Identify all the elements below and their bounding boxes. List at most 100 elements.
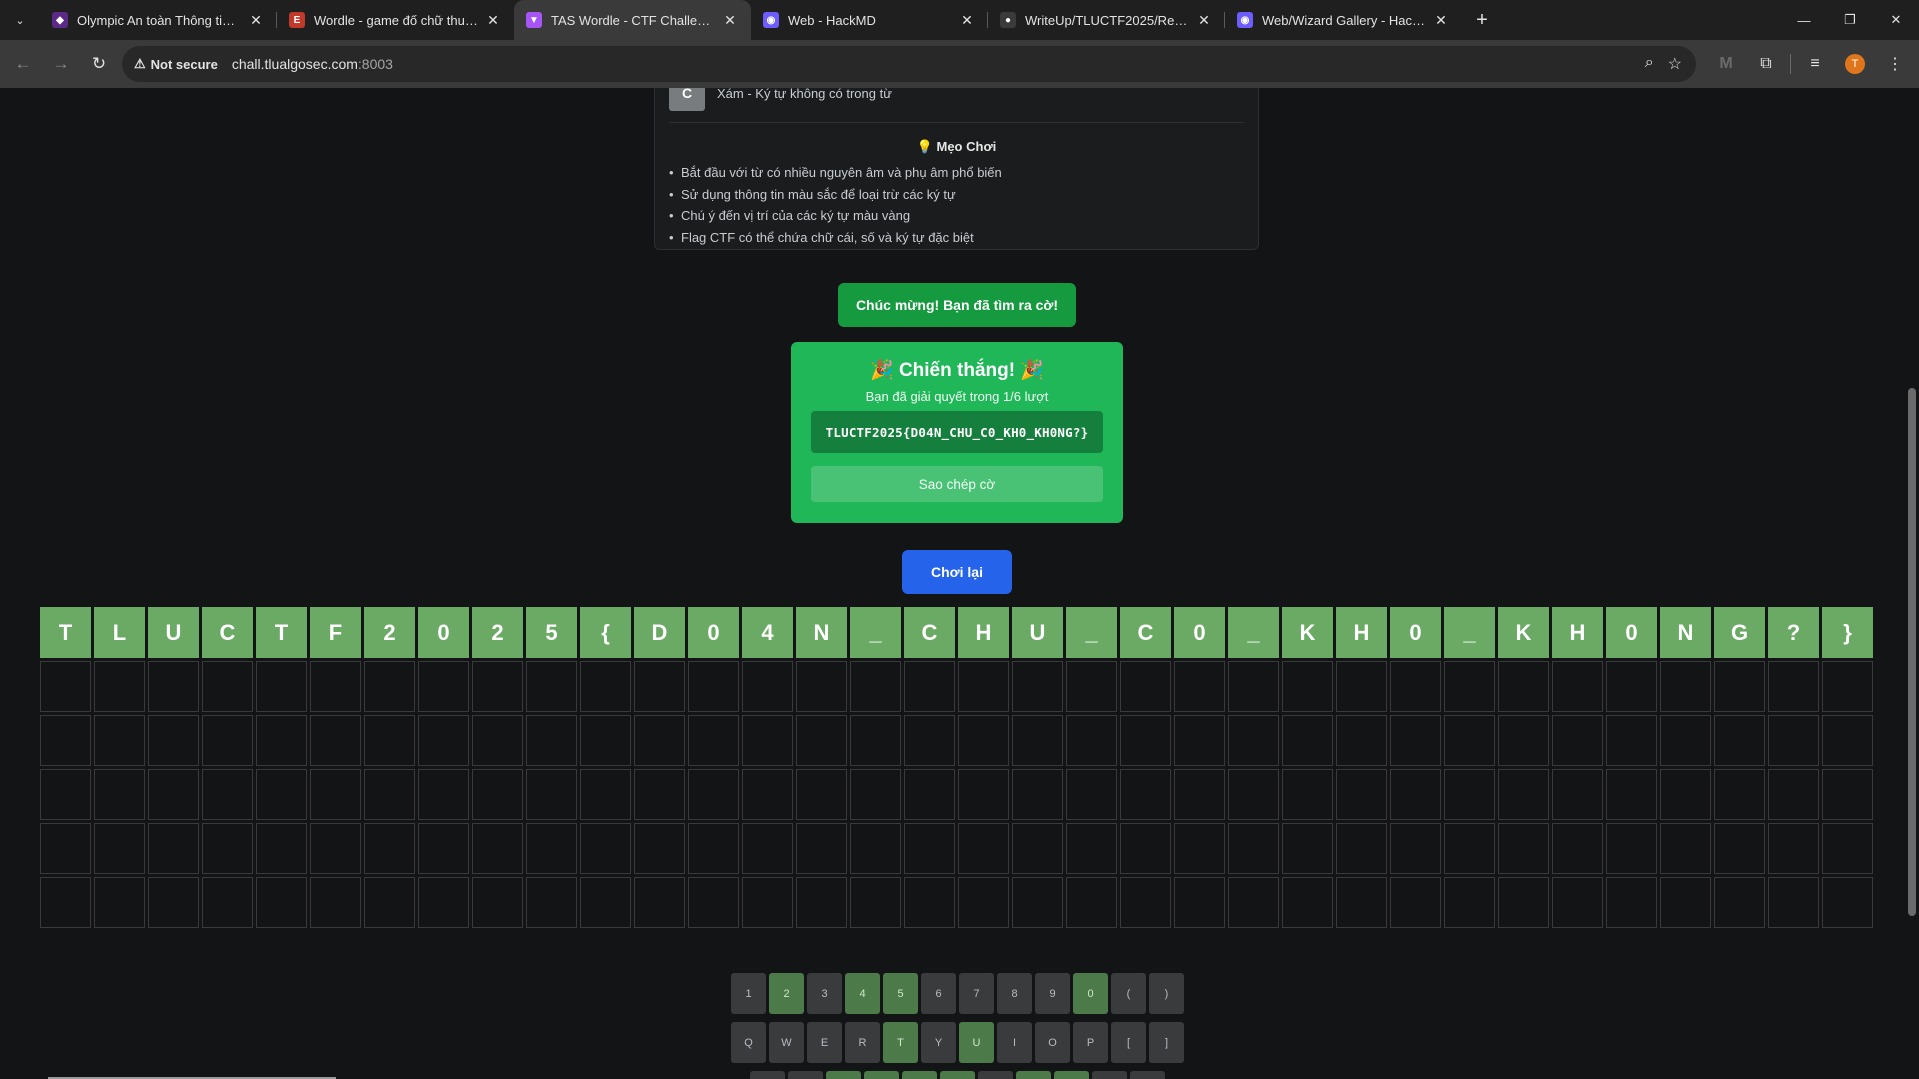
new-tab-button[interactable]: + [1468, 6, 1496, 34]
board-tile-empty [1822, 877, 1873, 928]
keyboard-key[interactable] [826, 1071, 861, 1079]
bullet-icon: • [669, 229, 674, 245]
play-again-button[interactable]: Chơi lại [902, 550, 1012, 594]
reload-icon[interactable]: ↻ [82, 47, 116, 81]
keyboard-key[interactable]: E [807, 1022, 842, 1063]
back-icon[interactable]: ← [6, 47, 40, 81]
keyboard-key[interactable]: R [845, 1022, 880, 1063]
copy-flag-button[interactable]: Sao chép cờ [811, 466, 1103, 502]
keyboard-key[interactable]: ] [1149, 1022, 1184, 1063]
keyboard-key[interactable]: 9 [1035, 973, 1070, 1014]
keyboard-key[interactable]: 2 [769, 973, 804, 1014]
board-tile-correct: U [1012, 607, 1063, 658]
board-tile-empty [202, 877, 253, 928]
close-tab-icon[interactable]: ✕ [1432, 12, 1450, 29]
keyboard-key[interactable] [940, 1071, 975, 1079]
keyboard-key[interactable] [1092, 1071, 1127, 1079]
browser-tab[interactable]: ◉ Web/Wizard Gallery - HackMD ✕ [1225, 0, 1462, 40]
browser-tab[interactable]: ● WriteUp/TLUCTF2025/Resource ✕ [988, 0, 1225, 40]
board-tile-empty [1012, 823, 1063, 874]
keyboard-key[interactable]: W [769, 1022, 804, 1063]
keyboard-key[interactable]: O [1035, 1022, 1070, 1063]
keyboard-key[interactable]: 3 [807, 973, 842, 1014]
board-tile-empty [688, 877, 739, 928]
board-tile-empty [364, 661, 415, 712]
close-tab-icon[interactable]: ✕ [958, 12, 976, 29]
scrollbar-thumb[interactable] [1908, 388, 1916, 916]
keyboard-key[interactable]: U [959, 1022, 994, 1063]
board-tile-empty [688, 715, 739, 766]
keyboard-key[interactable]: Y [921, 1022, 956, 1063]
minimize-icon[interactable]: — [1781, 0, 1827, 40]
browser-tab[interactable]: ▼ TAS Wordle - CTF Challenge ✕ [514, 0, 751, 40]
keyboard-key[interactable] [978, 1071, 1013, 1079]
board-tile-empty [688, 661, 739, 712]
address-bar[interactable]: ⚠ Not secure chall.tlualgosec.com:8003 ⌕… [122, 46, 1696, 82]
board-tile-empty [1552, 769, 1603, 820]
zoom-icon[interactable]: ⌕ [1645, 54, 1654, 74]
board-tile-empty [1390, 823, 1441, 874]
board-tile-empty [1120, 877, 1171, 928]
keyboard-key[interactable] [1016, 1071, 1051, 1079]
keyboard-key[interactable]: 8 [997, 973, 1032, 1014]
keyboard-key[interactable]: ) [1149, 973, 1184, 1014]
keyboard-key[interactable] [902, 1071, 937, 1079]
board-tile-empty [1498, 715, 1549, 766]
board-tile-empty [310, 769, 361, 820]
keyboard-key[interactable] [788, 1071, 823, 1079]
board-tile-correct: D [634, 607, 685, 658]
browser-tab[interactable]: ◆ Olympic An toàn Thông tin cấp ✕ [40, 0, 277, 40]
keyboard-key[interactable]: 5 [883, 973, 918, 1014]
tips-list: • Bắt đầu với từ có nhiều nguyên âm và ph… [669, 162, 1002, 248]
close-window-icon[interactable]: ✕ [1873, 0, 1919, 40]
board-tile-empty [850, 715, 901, 766]
keyboard-key[interactable]: 1 [731, 973, 766, 1014]
browser-tab[interactable]: ◉ Web - HackMD ✕ [751, 0, 988, 40]
board-tile-empty [1336, 823, 1387, 874]
close-tab-icon[interactable]: ✕ [1195, 12, 1213, 29]
board-tile-empty [1660, 661, 1711, 712]
board-tile-empty [796, 877, 847, 928]
restore-icon[interactable]: ❐ [1827, 0, 1873, 40]
forward-icon[interactable]: → [44, 47, 78, 81]
keyboard-key[interactable]: 7 [959, 973, 994, 1014]
keyboard-key[interactable]: 0 [1073, 973, 1108, 1014]
site-info-chip[interactable]: ⚠ Not secure [134, 56, 218, 72]
tip-text: Bắt đầu với từ có nhiều nguyên âm và phụ… [681, 165, 1002, 180]
board-tile-correct: C [1120, 607, 1171, 658]
board-tile-empty [958, 823, 1009, 874]
bookmark-star-icon[interactable]: ☆ [1668, 54, 1682, 74]
browser-tab[interactable]: E Wordle - game đố chữ thu hút ✕ [277, 0, 514, 40]
close-tab-icon[interactable]: ✕ [484, 12, 502, 29]
keyboard-key[interactable]: 4 [845, 973, 880, 1014]
tab-search-icon[interactable]: ⌄ [8, 8, 32, 32]
extensions-puzzle-icon[interactable]: ⧉ [1750, 48, 1782, 80]
close-tab-icon[interactable]: ✕ [721, 12, 739, 29]
menu-kebab-icon[interactable]: ⋮ [1879, 48, 1911, 80]
board-tile-empty [1282, 661, 1333, 712]
keyboard-key[interactable]: [ [1111, 1022, 1146, 1063]
board-tile-empty [1174, 661, 1225, 712]
keyboard-key[interactable]: T [883, 1022, 918, 1063]
flag-value[interactable]: TLUCTF2025{D04N_CHU_C0_KH0_KH0NG?} [811, 411, 1103, 453]
board-tile-correct: N [1660, 607, 1711, 658]
keyboard-key[interactable] [864, 1071, 899, 1079]
close-tab-icon[interactable]: ✕ [247, 12, 265, 29]
keyboard-key[interactable]: 6 [921, 973, 956, 1014]
extension-m-icon[interactable]: M [1710, 48, 1742, 80]
board-tile-empty [958, 715, 1009, 766]
bullet-icon: • [669, 186, 674, 202]
profile-avatar[interactable]: T [1839, 48, 1871, 80]
keyboard-key[interactable] [1054, 1071, 1089, 1079]
keyboard-key[interactable]: I [997, 1022, 1032, 1063]
keyboard-key[interactable] [1130, 1071, 1165, 1079]
keyboard-key[interactable]: P [1073, 1022, 1108, 1063]
media-control-icon[interactable]: ≡ [1799, 48, 1831, 80]
board-tile-empty [580, 769, 631, 820]
keyboard-key[interactable]: Q [731, 1022, 766, 1063]
page-scrollbar[interactable] [1904, 88, 1919, 1079]
keyboard-key[interactable] [750, 1071, 785, 1079]
keyboard-key[interactable]: ( [1111, 973, 1146, 1014]
board-tile-empty [202, 661, 253, 712]
board-tile-empty [256, 769, 307, 820]
